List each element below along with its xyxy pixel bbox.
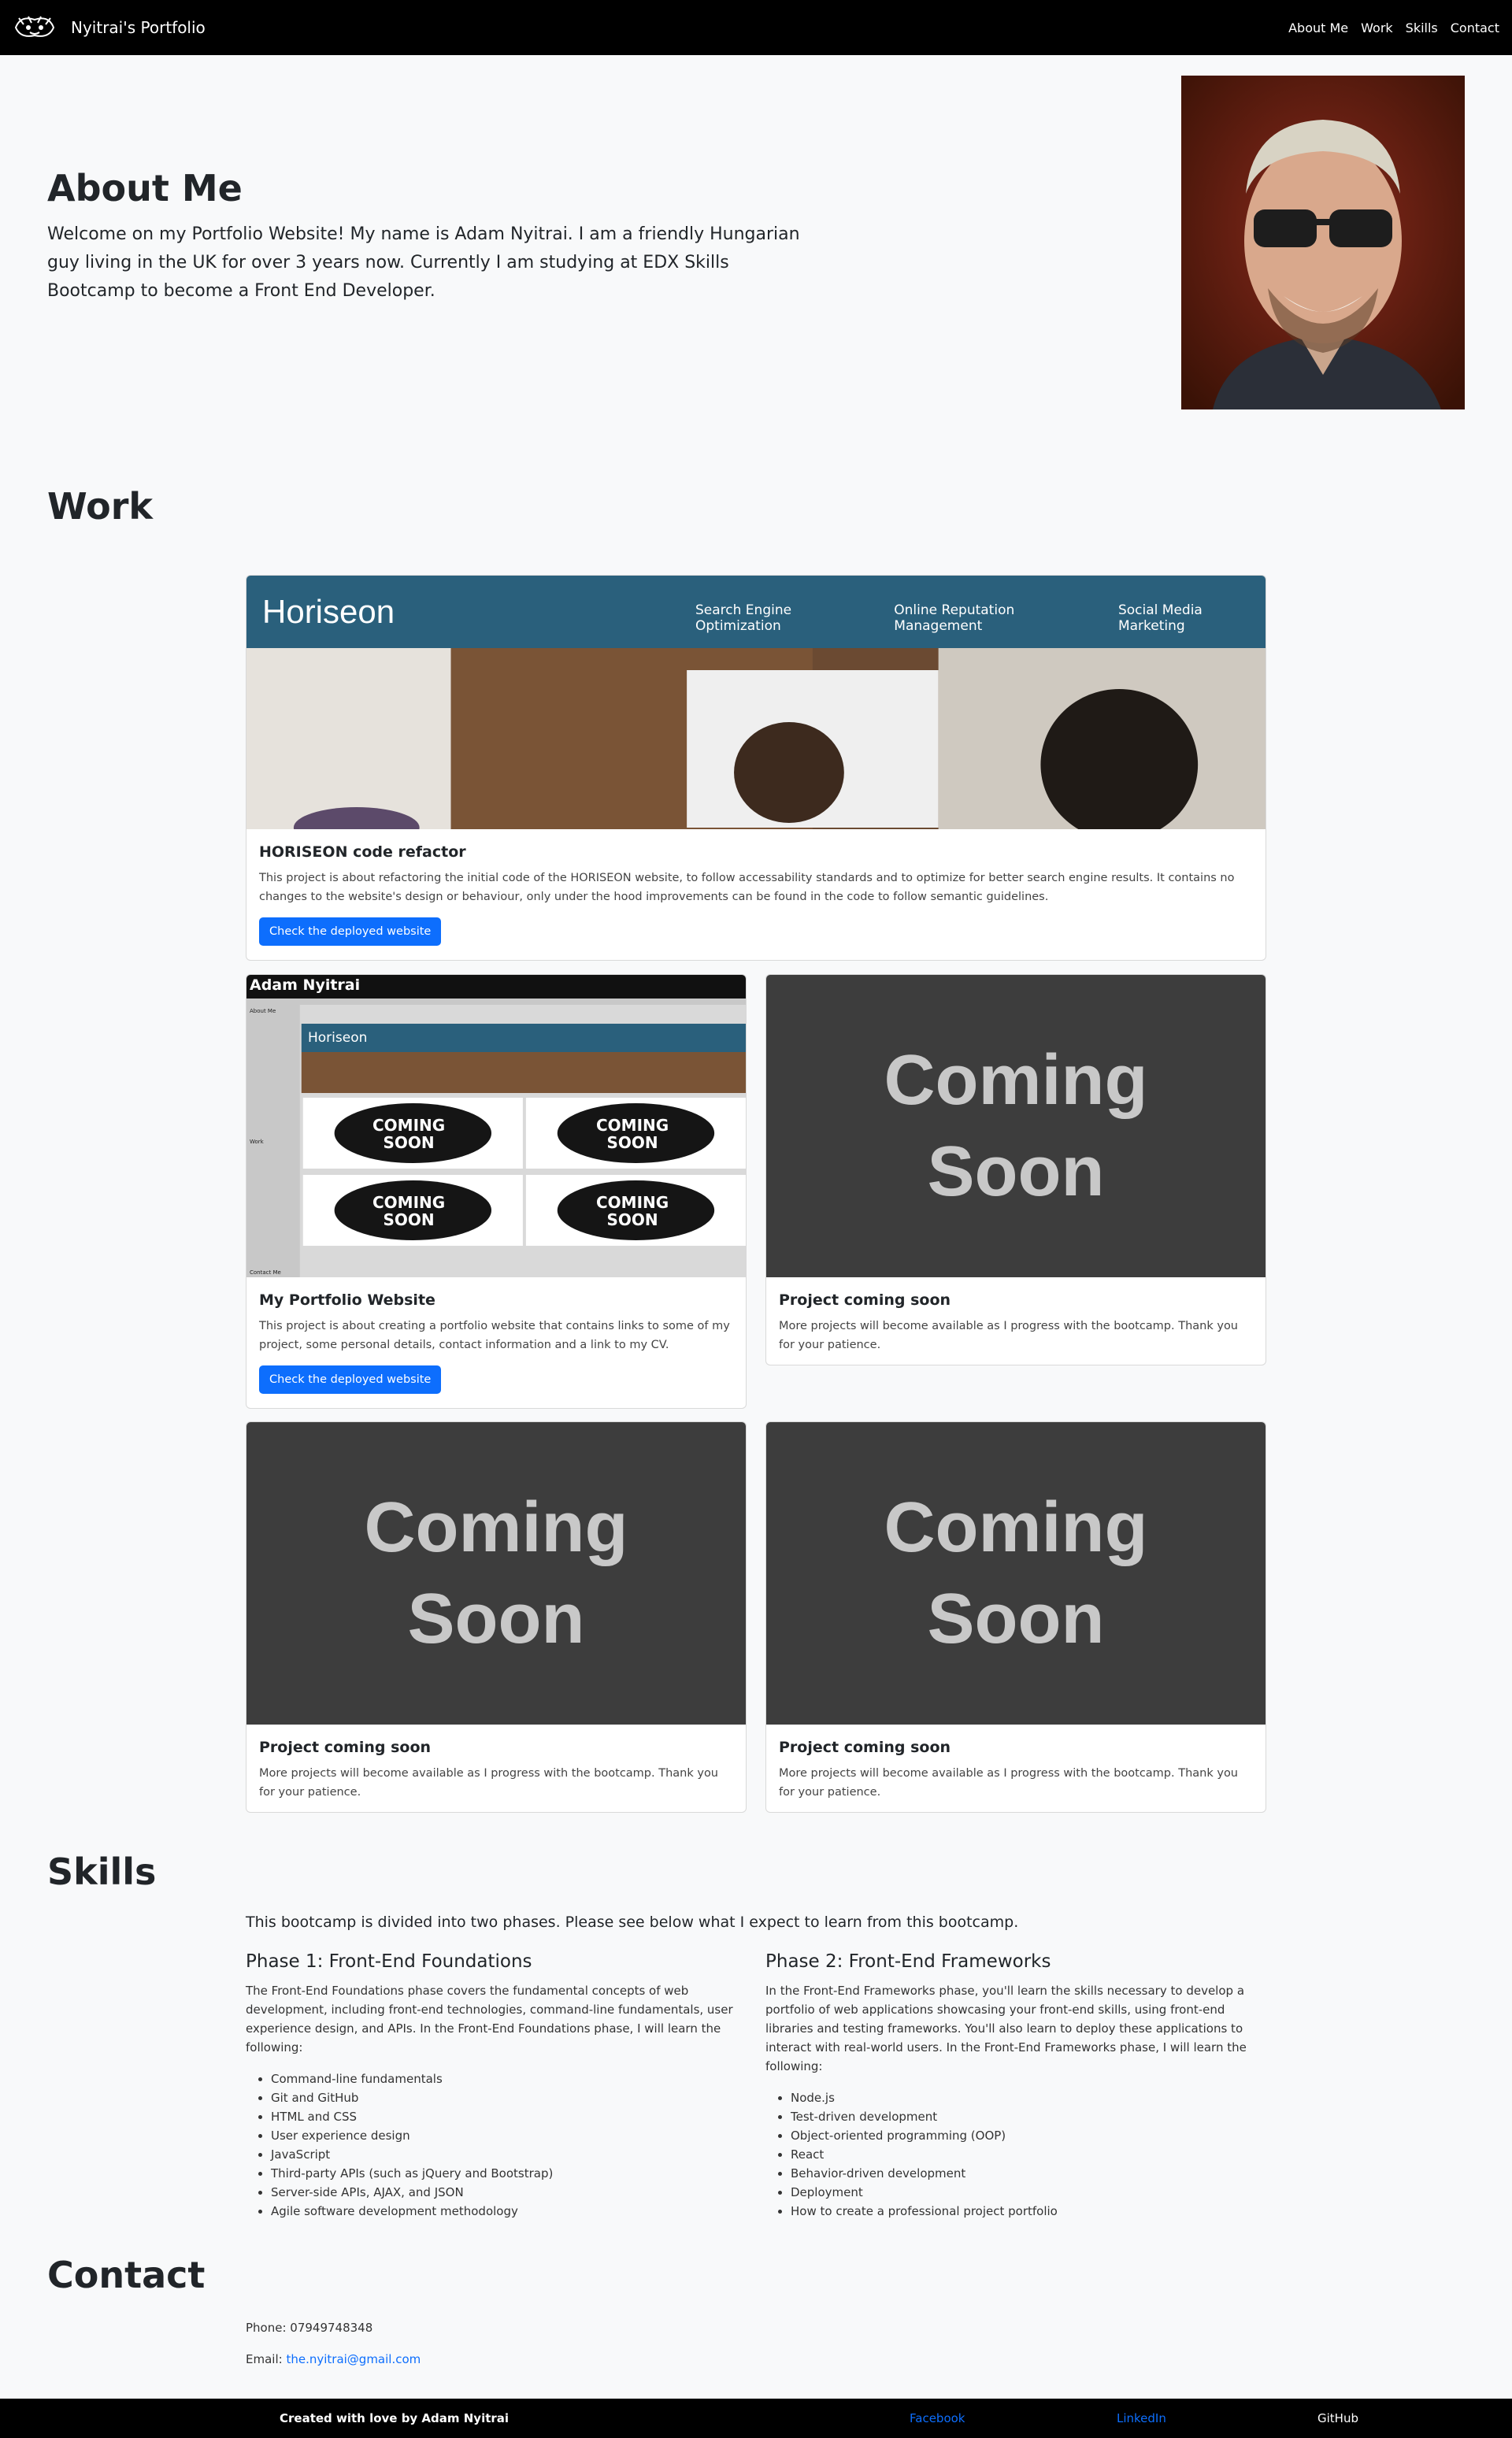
portfolio-preview-horiseon-brand: Horiseon [308, 1030, 368, 1046]
card-text: This project is about refactoring the in… [259, 872, 1235, 903]
list-item: Deployment [791, 2183, 1269, 2202]
portfolio-preview-side-contact: Contact Me [250, 1269, 281, 1276]
email-label: Email: [246, 2352, 283, 2366]
horiseon-nav-smm: Social Media Marketing [1117, 602, 1203, 634]
list-item: JavaScript [271, 2145, 750, 2164]
list-item: Object-oriented programming (OOP) [791, 2126, 1269, 2145]
phase-list: Node.js Test-driven development Object-o… [765, 2088, 1269, 2221]
list-item: Test-driven development [791, 2107, 1269, 2126]
list-item: User experience design [271, 2126, 750, 2145]
contact-phone: Phone: 07949748348 [246, 2321, 373, 2335]
list-item: Git and GitHub [271, 2088, 750, 2107]
list-item: Agile software development methodology [271, 2202, 750, 2221]
coming-soon-badge: COMING SOON [596, 1116, 669, 1152]
card-body: Project coming soon More projects will b… [766, 1277, 1266, 1365]
list-item: Server-side APIs, AJAX, and JSON [271, 2183, 750, 2202]
nav-link-work[interactable]: Work [1361, 20, 1393, 35]
list-item: Node.js [791, 2088, 1269, 2107]
card-text: More projects will become available as I… [779, 1320, 1239, 1351]
list-item: React [791, 2145, 1269, 2164]
card-text: More projects will become available as I… [259, 1767, 719, 1799]
phase-list: Command-line fundamentals Git and GitHub… [246, 2069, 750, 2221]
contact-email-line: Email: the.nyitrai@gmail.com [246, 2352, 421, 2366]
card-title: Project coming soon [779, 1291, 951, 1309]
list-item: Third-party APIs (such as jQuery and Boo… [271, 2164, 750, 2183]
footer-link-github[interactable]: GitHub [1317, 2411, 1358, 2425]
list-item: Behavior-driven development [791, 2164, 1269, 2183]
navbar: Nyitrai's Portfolio About Me Work Skills… [0, 0, 1512, 55]
coming-soon-badge: COMING SOON [372, 1116, 446, 1152]
skills-title: Skills [47, 1851, 157, 1893]
horiseon-nav: Search Engine Optimization Online Reputa… [695, 602, 1266, 634]
coming-soon-badge: COMING SOON [372, 1193, 446, 1229]
phase-2: Phase 2: Front-End Frameworks In the Fro… [765, 1951, 1269, 2221]
project-card-portfolio: Adam Nyitrai About Me Work Contact Me Ho… [246, 974, 747, 1409]
project-card-coming-soon: Coming Soon Project coming soon More proj… [765, 974, 1266, 1365]
phase-1: Phase 1: Front-End Foundations The Front… [246, 1951, 750, 2221]
coming-soon-image: Coming Soon [766, 1422, 1266, 1725]
footer: Created with love by Adam Nyitrai Facebo… [0, 2399, 1512, 2438]
card-text: More projects will become available as I… [779, 1767, 1239, 1799]
portfolio-preview-side-about: About Me [250, 1008, 276, 1014]
project-card-horiseon: Horiseon Search Engine Optimization Onli… [246, 575, 1266, 961]
horiseon-nav-seo: Search Engine Optimization [695, 602, 792, 634]
about-title: About Me [47, 167, 243, 209]
coming-soon-badge: COMING SOON [596, 1193, 669, 1229]
list-item: HTML and CSS [271, 2107, 750, 2126]
project-card-coming-soon: Coming Soon Project coming soon More proj… [246, 1421, 747, 1813]
contact-title: Contact [47, 2254, 206, 2296]
portfolio-preview-header: Adam Nyitrai [250, 976, 361, 994]
horiseon-deploy-button[interactable]: Check the deployed website [259, 917, 442, 946]
phase-title: Phase 1: Front-End Foundations [246, 1951, 532, 1972]
brand-name[interactable]: Nyitrai's Portfolio [71, 18, 206, 37]
card-text: This project is about creating a portfol… [259, 1320, 730, 1351]
card-body: Project coming soon More projects will b… [766, 1725, 1266, 1812]
footer-link-facebook[interactable]: Facebook [910, 2411, 965, 2425]
footer-link-linkedin[interactable]: LinkedIn [1117, 2411, 1166, 2425]
card-title: My Portfolio Website [259, 1291, 435, 1309]
list-item: How to create a professional project por… [791, 2202, 1269, 2221]
portfolio-screenshot [246, 975, 746, 1277]
card-title: Project coming soon [259, 1739, 432, 1756]
footer-credit: Created with love by Adam Nyitrai [280, 2411, 510, 2425]
portfolio-preview-side-work: Work [250, 1139, 264, 1145]
logo-icon[interactable] [13, 12, 57, 43]
nav-link-skills[interactable]: Skills [1406, 20, 1438, 35]
coming-soon-image: Coming Soon [246, 1422, 746, 1725]
work-title: Work [47, 485, 153, 528]
card-body: My Portfolio Website This project is abo… [246, 1277, 746, 1406]
horiseon-brand: Horiseon [262, 593, 395, 630]
card-body: Project coming soon More projects will b… [246, 1725, 746, 1812]
horiseon-nav-orm: Online Reputation Management [894, 602, 1015, 634]
project-card-coming-soon: Coming Soon Project coming soon More proj… [765, 1421, 1266, 1813]
nav-link-contact[interactable]: Contact [1451, 20, 1499, 35]
skills-intro: This bootcamp is divided into two phases… [246, 1914, 1019, 1931]
card-title: HORISEON code refactor [259, 843, 466, 861]
nav-links: About Me Work Skills Contact [1288, 20, 1499, 35]
phase-text: The Front-End Foundations phase covers t… [246, 1984, 733, 2055]
card-title: Project coming soon [779, 1739, 951, 1756]
about-text: Welcome on my Portfolio Website! My name… [47, 224, 800, 301]
portfolio-deploy-button[interactable]: Check the deployed website [259, 1365, 442, 1394]
coming-soon-image: Coming Soon [766, 975, 1266, 1277]
email-link[interactable]: the.nyitrai@gmail.com [286, 2352, 421, 2366]
nav-link-about[interactable]: About Me [1288, 20, 1348, 35]
phase-text: In the Front-End Frameworks phase, you'l… [765, 1984, 1247, 2073]
list-item: Command-line fundamentals [271, 2069, 750, 2088]
card-body: HORISEON code refactor This project is a… [246, 829, 1266, 958]
phase-title: Phase 2: Front-End Frameworks [765, 1951, 1051, 1972]
portrait-photo [1181, 76, 1465, 409]
